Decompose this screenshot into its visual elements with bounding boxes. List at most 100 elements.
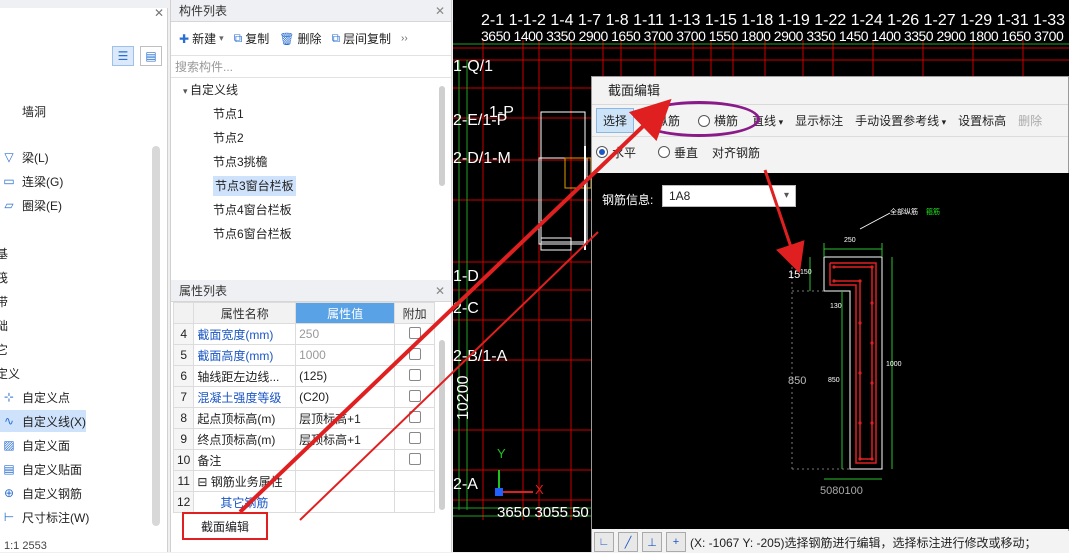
table-row[interactable]: 8 起点顶标高(m) 层顶标高+1: [172, 407, 435, 429]
property-value[interactable]: 层顶标高+1: [295, 428, 396, 450]
table-row[interactable]: 6 轴线距左边线... (125): [172, 365, 435, 387]
checkbox[interactable]: [408, 410, 421, 423]
row-number: 9: [172, 428, 195, 450]
sidebar-item[interactable]: 定义: [0, 362, 20, 384]
table-row[interactable]: 11 ⊟ 钢筋业务属性: [172, 470, 435, 492]
col-name-header: 属性名称: [193, 302, 297, 324]
section-canvas[interactable]: 钢筋信息: 1A8 ▾ 全部纵筋 箍筋 250 15 150 130 1000 …: [592, 173, 1069, 529]
tree-node[interactable]: 节点2: [171, 126, 451, 150]
sidebar-item[interactable]: 础: [0, 314, 8, 336]
dialog-delete-button[interactable]: 删除: [1018, 112, 1042, 129]
checkbox[interactable]: [408, 326, 421, 339]
sidebar-item[interactable]: ▭ 连梁(G): [0, 170, 63, 192]
property-scrollbar[interactable]: [439, 340, 445, 510]
property-value[interactable]: [295, 449, 396, 471]
tree-node[interactable]: 节点1: [171, 102, 451, 126]
sidebar-item[interactable]: 带: [0, 290, 8, 312]
property-extra: [394, 491, 435, 513]
property-name: 终点顶标高(m): [193, 428, 297, 450]
checkbox[interactable]: [408, 431, 421, 444]
close-icon[interactable]: ✕: [435, 280, 445, 302]
tree-scrollbar[interactable]: [439, 86, 445, 186]
close-icon[interactable]: ✕: [435, 0, 445, 22]
cad-left-dim: 10200: [455, 375, 472, 421]
checkbox[interactable]: [408, 347, 421, 360]
sidebar-item[interactable]: 筏: [0, 266, 8, 288]
tree-node[interactable]: 节点3挑檐: [171, 150, 451, 174]
select-button[interactable]: 选择: [596, 108, 635, 133]
sidebar-item[interactable]: ▤ 自定义贴面: [0, 458, 82, 480]
snap-icon[interactable]: +: [666, 532, 686, 552]
sidebar-item[interactable]: ⊹ 自定义点: [0, 386, 70, 408]
left-nav-panel: ✕ ☰ ▤ 墙洞 ▽ 梁(L) ▭ 连梁(G) ▱ 圈梁(E) 基筏带础它定义 ⊹ 自定义点 ∿ 自定…: [0, 0, 168, 552]
property-table: 属性名称 属性值 附加 4 截面宽度(mm) 250 5 截面高度(mm) 1000 6 轴线…: [172, 302, 435, 513]
table-row[interactable]: 5 截面高度(mm) 1000: [172, 344, 435, 366]
property-extra: [394, 428, 435, 450]
sidebar-item[interactable]: 基: [0, 242, 8, 264]
sidebar-item[interactable]: ▽ 梁(L): [0, 146, 48, 168]
property-value[interactable]: [295, 491, 396, 513]
align-rebar-button[interactable]: 对齐钢筋: [712, 144, 760, 161]
property-value[interactable]: 层顶标高+1: [295, 407, 396, 429]
property-extra: [394, 365, 435, 387]
list-view-icon[interactable]: ☰: [112, 46, 134, 66]
sidebar-item-label: 筏: [0, 270, 9, 285]
checkbox[interactable]: [408, 389, 421, 402]
row-number: 6: [172, 365, 195, 387]
left-scrollbar[interactable]: [152, 146, 160, 526]
more-icon[interactable]: ››: [401, 33, 408, 44]
ortho-icon[interactable]: ∟: [594, 532, 614, 552]
cad-top-dims: 3650 1400 3350 2900 1650 3700 3700 1550 …: [481, 28, 1064, 44]
perpendicular-icon[interactable]: ⊥: [642, 532, 662, 552]
collapse-icon[interactable]: ▾: [183, 86, 190, 96]
property-value[interactable]: [295, 470, 396, 492]
property-value[interactable]: 250: [295, 323, 396, 345]
property-value[interactable]: 1000: [295, 344, 396, 366]
horizontal-radio[interactable]: 水平: [596, 144, 636, 161]
sidebar-item[interactable]: ⊕ 自定义钢筋: [0, 482, 82, 504]
property-list-title: 属性列表: [179, 284, 228, 298]
table-row[interactable]: 10 备注: [172, 449, 435, 471]
table-row[interactable]: 7 混凝土强度等级 (C20): [172, 386, 435, 408]
manual-ref-dropdown[interactable]: 手动设置参考线 ▾: [855, 112, 946, 129]
sidebar-item[interactable]: ⊢ 尺寸标注(W): [0, 506, 90, 528]
table-row[interactable]: 4 截面宽度(mm) 250: [172, 323, 435, 345]
tree-node[interactable]: 节点6窗台栏板: [171, 222, 451, 246]
dim-130: 130: [830, 303, 842, 310]
tree-root[interactable]: ▾ 自定义线: [171, 78, 451, 102]
sidebar-item[interactable]: 它: [0, 338, 8, 360]
show-dim-button[interactable]: 显示标注: [795, 112, 843, 129]
new-button[interactable]: ✚ 新建 ▾: [179, 30, 224, 47]
table-row[interactable]: 9 终点顶标高(m) 层顶标高+1: [172, 428, 435, 450]
property-extra: [394, 407, 435, 429]
sidebar-item[interactable]: ∿ 自定义线(X): [0, 410, 86, 432]
property-value[interactable]: (C20): [295, 386, 396, 408]
copy-button[interactable]: ⧉ 复制: [234, 30, 270, 47]
dimension-icon: ⊢: [3, 510, 15, 524]
tree-node-label: 节点6窗台栏板: [213, 227, 292, 241]
tree-node-label: 节点4窗台栏板: [213, 203, 292, 217]
floor-copy-button[interactable]: ⧉ 层间复制: [331, 30, 391, 47]
delete-button[interactable]: 🗑 删除: [279, 30, 321, 47]
tree-node[interactable]: 节点3窗台栏板: [171, 174, 451, 198]
section-edit-button[interactable]: 截面编辑: [182, 512, 268, 540]
detail-view-icon[interactable]: ▤: [140, 46, 162, 66]
set-elev-button[interactable]: 设置标高: [958, 112, 1006, 129]
custom-face-icon: ▨: [3, 438, 15, 452]
property-value[interactable]: (125): [295, 365, 396, 387]
checkbox[interactable]: [408, 452, 421, 465]
line-tool-icon[interactable]: ╱: [618, 532, 638, 552]
sidebar-item[interactable]: ▨ 自定义面: [0, 434, 70, 456]
component-search-input[interactable]: 搜索构件...: [171, 56, 451, 78]
dim-bottom: 5080100: [820, 485, 863, 497]
close-icon[interactable]: ✕: [154, 6, 164, 20]
checkbox[interactable]: [408, 368, 421, 381]
table-row[interactable]: 12 其它钢筋: [172, 491, 435, 513]
sidebar-item[interactable]: ▱ 圈梁(E): [0, 194, 62, 216]
property-list-title-bar: 属性列表 ✕: [171, 280, 451, 302]
property-name: 起点顶标高(m): [193, 407, 297, 429]
sidebar-item[interactable]: 墙洞: [0, 100, 46, 122]
vertical-radio[interactable]: 垂直: [658, 144, 698, 161]
ring-beam-icon: ▱: [4, 198, 14, 212]
tree-node[interactable]: 节点4窗台栏板: [171, 198, 451, 222]
